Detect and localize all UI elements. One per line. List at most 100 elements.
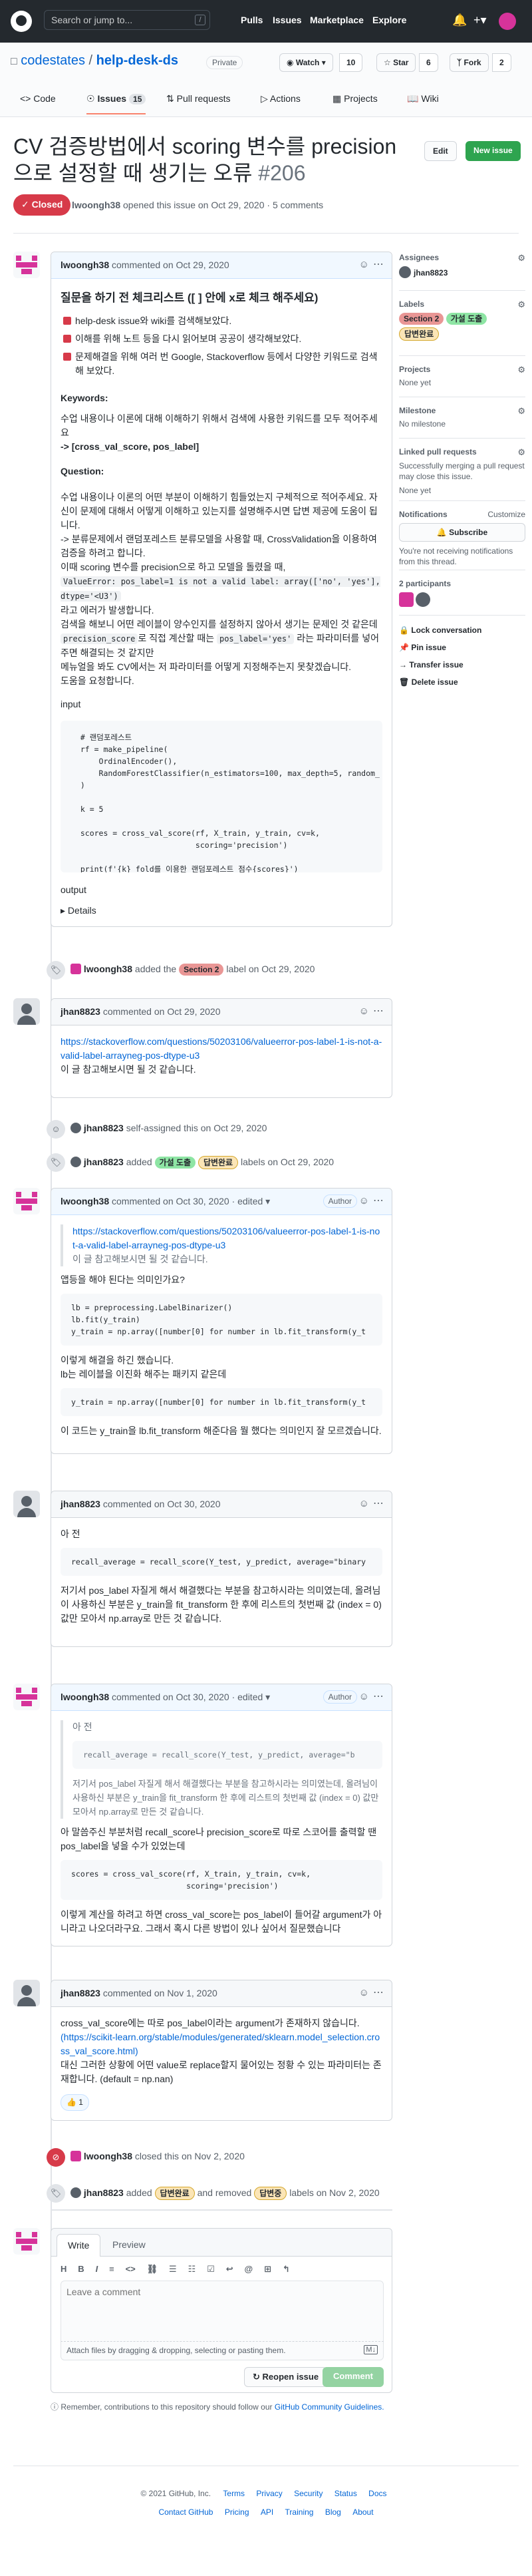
label-badge[interactable]: 가설 도출 [446,313,487,325]
checkbox[interactable] [63,335,71,343]
nav-marketplace[interactable]: Marketplace [310,15,364,25]
star-button[interactable]: ☆ Star [376,53,416,72]
details-toggle[interactable]: ▸ Details [61,904,382,918]
kebab-icon[interactable]: ⋯ [373,1690,384,1703]
mention-icon[interactable]: @ [244,2264,253,2274]
label-badge[interactable]: 답변중 [254,2187,287,2200]
assignees-label[interactable]: Assignees [399,253,525,262]
avatar[interactable] [13,252,40,278]
assignee-item[interactable]: jhan8823 [399,266,525,278]
footer-link-privacy[interactable]: Privacy [256,2489,282,2498]
quote-icon[interactable]: ≡ [109,2264,114,2274]
kebab-icon[interactable]: ⋯ [373,1986,384,1999]
label-badge[interactable]: Section 2 [399,313,444,325]
smiley-icon[interactable]: ☺ [359,1691,369,1702]
footer-link-contact[interactable]: Contact GitHub [158,2507,213,2517]
comment-author[interactable]: jhan8823 [61,1499,100,1509]
kebab-icon[interactable]: ⋯ [373,258,384,271]
pin-issue-button[interactable]: 📌 Pin issue [399,643,525,652]
bold-icon[interactable]: B [78,2264,84,2274]
linked-prs-label[interactable]: Linked pull requests [399,447,525,457]
event-actor[interactable]: jhan8823 [84,1157,124,1167]
smiley-icon[interactable]: ☺ [359,259,369,270]
fork-count[interactable]: 2 [492,53,511,72]
checkbox[interactable] [63,317,71,325]
cross-reference-icon[interactable]: ⊞ [264,2264,271,2275]
gear-icon[interactable]: ⚙ [517,365,525,375]
label-badge[interactable]: 답변완료 [154,2187,195,2200]
code-icon[interactable]: <> [126,2264,136,2274]
gear-icon[interactable]: ⚙ [517,447,525,458]
avatar[interactable] [13,998,40,1025]
saved-reply-icon[interactable]: ↰ [283,2264,290,2275]
nav-explore[interactable]: Explore [372,15,406,25]
comment-time[interactable]: commented on Oct 29, 2020 [112,260,229,270]
avatar[interactable] [399,592,414,607]
smiley-icon[interactable]: ☺ [359,1195,369,1206]
gear-icon[interactable]: ⚙ [517,253,525,264]
avatar[interactable] [70,2151,81,2161]
comment-author[interactable]: lwoongh38 [61,260,109,270]
gear-icon[interactable]: ⚙ [517,299,525,310]
event-actor[interactable]: lwoongh38 [84,964,132,974]
subscribe-button[interactable]: 🔔 Subscribe [399,523,525,542]
new-issue-button[interactable]: New issue [466,141,521,161]
smiley-icon[interactable]: ☺ [359,1498,369,1509]
heading-icon[interactable]: H [61,2264,66,2274]
tab-actions[interactable]: ▷ Actions [261,93,301,104]
comment-time[interactable]: commented on Oct 29, 2020 [103,1006,221,1017]
footer-link-terms[interactable]: Terms [223,2489,245,2498]
event-actor[interactable]: jhan8823 [84,1123,124,1133]
comment-time[interactable]: commented on Oct 30, 2020 · edited [112,1692,263,1702]
footer-link-pricing[interactable]: Pricing [225,2507,249,2517]
footer-link-security[interactable]: Security [294,2489,323,2498]
footer-link-about[interactable]: About [352,2507,373,2517]
label-badge[interactable]: 답변완료 [399,327,440,341]
footer-link-docs[interactable]: Docs [368,2489,386,2498]
tab-issues[interactable]: ☉ Issues 15 [86,93,146,114]
avatar[interactable] [70,2187,81,2198]
transfer-issue-button[interactable]: → Transfer issue [399,660,525,669]
lock-conversation-button[interactable]: 🔒 Lock conversation [399,626,525,635]
tab-write[interactable]: Write [57,2234,101,2257]
delete-issue-button[interactable]: 🗑 Delete issue [399,677,525,687]
nav-issues[interactable]: Issues [273,15,302,25]
stackoverflow-link[interactable]: https://stackoverflow.com/questions/5020… [72,1226,380,1250]
gear-icon[interactable]: ⚙ [517,406,525,417]
tab-pull-requests[interactable]: ⇅ Pull requests [166,93,231,104]
customize-link[interactable]: Customize [487,510,525,519]
footer-link-status[interactable]: Status [334,2489,357,2498]
italic-icon[interactable]: I [96,2264,98,2274]
event-actor[interactable]: jhan8823 [84,2187,124,2198]
avatar[interactable] [13,1980,40,2006]
smiley-icon[interactable]: ☺ [359,1006,369,1017]
comment-author[interactable]: jhan8823 [61,1988,100,1998]
comment-textarea[interactable] [61,2281,384,2342]
reaction-thumbs-up[interactable]: 👍 1 [61,2094,89,2111]
comment-time[interactable]: commented on Oct 30, 2020 [103,1499,221,1509]
attach-files-bar[interactable]: Attach files by dragging & dropping, sel… [61,2342,384,2360]
footer-link-api[interactable]: API [261,2507,273,2517]
event-actor[interactable]: lwoongh38 [84,2151,132,2161]
footer-link-training[interactable]: Training [285,2507,314,2517]
nav-pulls[interactable]: Pulls [241,15,263,25]
avatar[interactable] [70,964,81,974]
projects-label[interactable]: Projects [399,365,525,374]
kebab-icon[interactable]: ⋯ [373,1497,384,1510]
comment-author[interactable]: jhan8823 [61,1006,100,1017]
label-badge[interactable]: 가설 도출 [154,1157,196,1169]
labels-label[interactable]: Labels [399,299,525,309]
star-count[interactable]: 6 [419,53,438,72]
search-input[interactable]: Search or jump to... / [44,10,210,30]
watch-button[interactable]: ◉ Watch ▾ [279,53,333,72]
avatar[interactable] [499,13,516,30]
unordered-list-icon[interactable]: ☰ [169,2264,177,2275]
issue-author[interactable]: lwoongh38 [72,200,120,210]
avatar[interactable] [13,2228,40,2255]
milestone-label[interactable]: Milestone [399,406,525,415]
kebab-icon[interactable]: ⋯ [373,1004,384,1017]
tab-code[interactable]: <> Code [20,93,56,104]
watch-count[interactable]: 10 [339,53,363,72]
reply-icon[interactable]: ↩ [226,2264,233,2275]
repo-owner-link[interactable]: codestates [21,53,85,68]
